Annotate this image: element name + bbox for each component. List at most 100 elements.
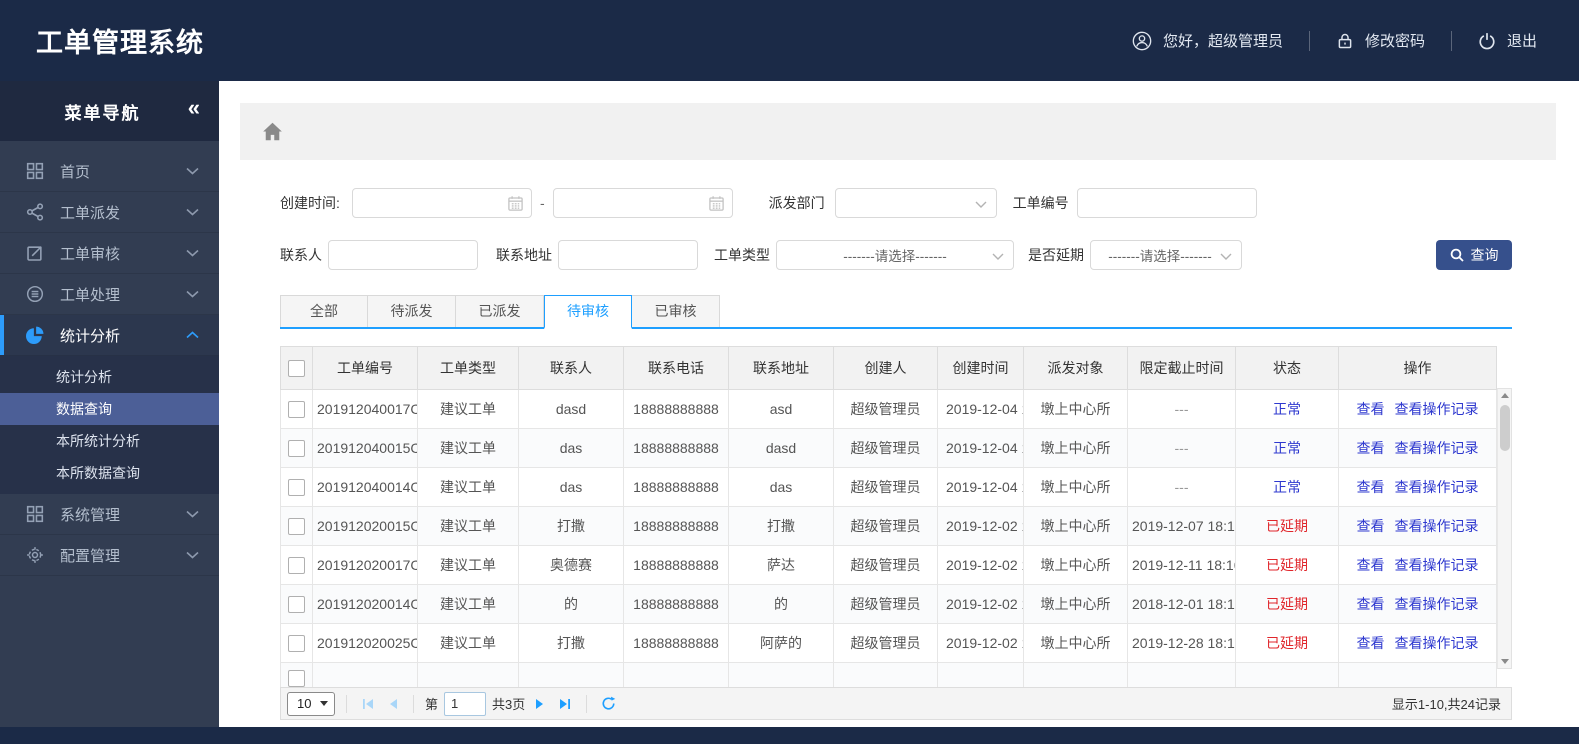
- row-checkbox[interactable]: [288, 595, 305, 613]
- cell-creator: 超级管理员: [833, 584, 938, 624]
- view-operation-log-link[interactable]: 查看操作记录: [1395, 479, 1479, 495]
- table-row: 201912020015C 建议工单 打撒 18888888888 打撒 超级管理员 201…: [280, 506, 1497, 546]
- query-button[interactable]: 查询: [1436, 240, 1512, 270]
- cell-empty: [417, 662, 519, 687]
- cell-status: 正常: [1235, 389, 1339, 429]
- cell-order_no: 201912020025C: [312, 623, 418, 663]
- scrollbar-thumb[interactable]: [1500, 405, 1510, 451]
- row-checkbox[interactable]: [288, 478, 305, 496]
- page-size-select[interactable]: 10: [287, 691, 335, 716]
- prev-page-button[interactable]: [384, 695, 402, 713]
- row-checkbox[interactable]: [288, 634, 305, 652]
- cell-status: 已延期: [1235, 584, 1339, 624]
- logout-button[interactable]: 退出: [1478, 30, 1537, 51]
- row-checkbox[interactable]: [288, 670, 305, 687]
- tab-2[interactable]: 已派发: [456, 295, 544, 327]
- header-actions: 您好，超级管理员 修改密码 退出: [1132, 30, 1579, 51]
- cell-order_no: 201912020015C: [312, 506, 418, 546]
- view-operation-log-link[interactable]: 查看操作记录: [1395, 401, 1479, 417]
- view-link[interactable]: 查看: [1357, 596, 1385, 612]
- change-password-button[interactable]: 修改密码: [1336, 30, 1425, 51]
- dispatch-dept-label: 派发部门: [768, 195, 825, 211]
- last-page-button[interactable]: [555, 695, 575, 713]
- user-greeting[interactable]: 您好，超级管理员: [1132, 30, 1283, 51]
- sidebar-item-label: 配置管理: [60, 547, 121, 565]
- cell-actions: 查看 查看操作记录: [1338, 584, 1497, 624]
- scroll-down-icon[interactable]: [1500, 655, 1509, 668]
- pagination-summary: 显示1-10,共24记录: [1391, 697, 1501, 712]
- next-page-button[interactable]: [531, 695, 549, 713]
- share-icon: [26, 203, 46, 221]
- view-operation-log-link[interactable]: 查看操作记录: [1395, 440, 1479, 456]
- cell-actions: 查看 查看操作记录: [1338, 623, 1497, 663]
- sidebar-item-1[interactable]: 工单派发: [0, 192, 219, 233]
- query-button-label: 查询: [1470, 247, 1499, 263]
- cell-dispatch_target: 墩上中心所: [1023, 584, 1128, 624]
- contact-input[interactable]: [328, 240, 478, 270]
- sidebar-item-2[interactable]: 工单审核: [0, 233, 219, 274]
- view-link[interactable]: 查看: [1357, 479, 1385, 495]
- first-page-button[interactable]: [358, 695, 378, 713]
- sidebar-item-6[interactable]: 配置管理: [0, 535, 219, 576]
- cell-phone: 18888888888: [623, 545, 729, 585]
- status-badge: 正常: [1273, 401, 1301, 417]
- view-link[interactable]: 查看: [1357, 557, 1385, 573]
- view-operation-log-link[interactable]: 查看操作记录: [1395, 557, 1479, 573]
- order-no-input[interactable]: [1076, 188, 1257, 218]
- cell-empty: [1127, 662, 1236, 687]
- sidebar-item-4[interactable]: 统计分析: [0, 315, 219, 356]
- sidebar-subitem-3[interactable]: 本所数据查询: [0, 457, 219, 489]
- vertical-scrollbar[interactable]: [1497, 388, 1512, 669]
- contact-address-input[interactable]: [558, 240, 698, 270]
- sidebar-subitem-2[interactable]: 本所统计分析: [0, 425, 219, 457]
- page-number-input[interactable]: [444, 691, 487, 716]
- is-delayed-select[interactable]: -------请选择-------: [1090, 240, 1242, 270]
- table-row: 201912040015C 建议工单 das 18888888888 dasd 超级管理员…: [280, 428, 1497, 468]
- sidebar-subitem-1[interactable]: 数据查询: [0, 393, 219, 425]
- tab-1[interactable]: 待派发: [368, 295, 456, 327]
- view-link[interactable]: 查看: [1357, 440, 1385, 456]
- view-link[interactable]: 查看: [1357, 635, 1385, 651]
- view-operation-log-link[interactable]: 查看操作记录: [1395, 596, 1479, 612]
- sidebar-item-5[interactable]: 系统管理: [0, 494, 219, 535]
- view-operation-log-link[interactable]: 查看操作记录: [1395, 518, 1479, 534]
- sidebar-subitem-0[interactable]: 统计分析: [0, 361, 219, 393]
- row-checkbox[interactable]: [288, 556, 305, 574]
- table-area: 工单编号 工单类型 联系人 联系电话 联系地址 创建人 创建时间 派发对象 限定截止时间 状态 操作…: [280, 346, 1512, 687]
- view-link[interactable]: 查看: [1357, 401, 1385, 417]
- dispatch-dept-select[interactable]: [834, 188, 997, 218]
- row-checkbox[interactable]: [288, 439, 305, 457]
- collapse-sidebar-icon[interactable]: «: [188, 95, 200, 121]
- cell-actions: 查看 查看操作记录: [1338, 389, 1497, 429]
- status-badge: 已延期: [1266, 557, 1308, 573]
- sidebar-item-label: 系统管理: [60, 506, 121, 524]
- sidebar-item-0[interactable]: 首页: [0, 151, 219, 192]
- cell-phone: 18888888888: [623, 467, 729, 507]
- cell-actions: 查看 查看操作记录: [1338, 467, 1497, 507]
- date-range-separator: -: [540, 195, 545, 211]
- cell-contact: 打撒: [518, 623, 624, 663]
- view-link[interactable]: 查看: [1357, 518, 1385, 534]
- tab-3[interactable]: 待审核: [544, 295, 632, 329]
- cell-creator: 超级管理员: [833, 545, 938, 585]
- contact-label: 联系人: [280, 247, 322, 263]
- created-time-end-input[interactable]: [553, 189, 732, 217]
- select-all-checkbox[interactable]: [288, 359, 305, 377]
- home-icon[interactable]: [262, 122, 283, 141]
- view-operation-log-link[interactable]: 查看操作记录: [1395, 635, 1479, 651]
- row-checkbox[interactable]: [288, 517, 305, 535]
- cell-creator: 超级管理员: [833, 467, 938, 507]
- refresh-button[interactable]: [598, 694, 619, 713]
- cell-order_no: 201912040014C: [312, 467, 418, 507]
- column-header: 联系地址: [728, 346, 834, 390]
- tab-0[interactable]: 全部: [280, 295, 368, 327]
- sidebar-item-3[interactable]: 工单处理: [0, 274, 219, 315]
- tab-4[interactable]: 已审核: [632, 295, 720, 327]
- scroll-up-icon[interactable]: [1500, 389, 1509, 402]
- row-checkbox[interactable]: [288, 400, 305, 418]
- pagination-bar: 10 第 共3页: [280, 687, 1512, 720]
- created-time-start-input[interactable]: [353, 189, 531, 217]
- stack-icon: [26, 285, 46, 303]
- header-divider: [1308, 30, 1310, 51]
- order-type-select[interactable]: -------请选择-------: [776, 240, 1014, 270]
